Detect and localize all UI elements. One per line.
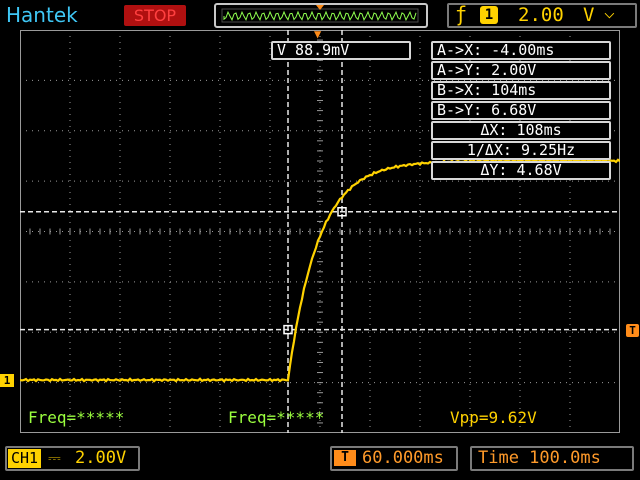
cursor-value-readout: V 88.9mV bbox=[271, 41, 411, 60]
trigger-time-marker-icon: ▼ bbox=[314, 27, 322, 41]
run-stop-badge[interactable]: STOP bbox=[124, 5, 186, 26]
cursor-inverse-delta-x: 1/ΔX: 9.25Hz bbox=[431, 141, 611, 160]
cursor-a-x: A->X: -4.00ms bbox=[431, 41, 611, 60]
ch1-ground-marker[interactable]: 1 bbox=[0, 374, 14, 387]
brand-logo: Hantek bbox=[6, 3, 78, 27]
ch1-volts-per-div: 2.00V bbox=[75, 448, 127, 468]
cursor-b-y: B->Y: 6.68V bbox=[431, 101, 611, 120]
rising-edge-icon: ƒ bbox=[455, 2, 468, 26]
trigger-position-icon: T bbox=[334, 450, 356, 466]
cursor-delta-y: ΔY: 4.68V bbox=[431, 161, 611, 180]
memory-overview-bar bbox=[214, 3, 428, 28]
trigger-level-value: 2.00 bbox=[518, 4, 564, 26]
trigger-level-unit: V bbox=[583, 4, 595, 26]
vpp-readout: Vpp=9.62V bbox=[450, 408, 537, 427]
frequency-readout-center: Freq=***** bbox=[228, 408, 325, 427]
dc-coupling-icon: ⎓ bbox=[48, 448, 61, 467]
oscilloscope-screen: Hantek STOP ƒ 1 2.00 V ⌵ ▼ 1 T V 88.9mV … bbox=[0, 0, 640, 480]
cursor-b-x: B->X: 104ms bbox=[431, 81, 611, 100]
trigger-channel-badge: 1 bbox=[480, 6, 498, 24]
timebase-value: Time 100.0ms bbox=[478, 448, 601, 468]
ch1-tag: CH1 bbox=[8, 449, 42, 468]
trigger-position-value: 60.000ms bbox=[362, 448, 444, 468]
trigger-level-marker[interactable]: T bbox=[626, 324, 639, 337]
frequency-readout-left: Freq=***** bbox=[28, 408, 125, 427]
cursor-a-y: A->Y: 2.00V bbox=[431, 61, 611, 80]
cursor-delta-x: ΔX: 108ms bbox=[431, 121, 611, 140]
chevron-down-icon: ⌵ bbox=[604, 2, 615, 23]
